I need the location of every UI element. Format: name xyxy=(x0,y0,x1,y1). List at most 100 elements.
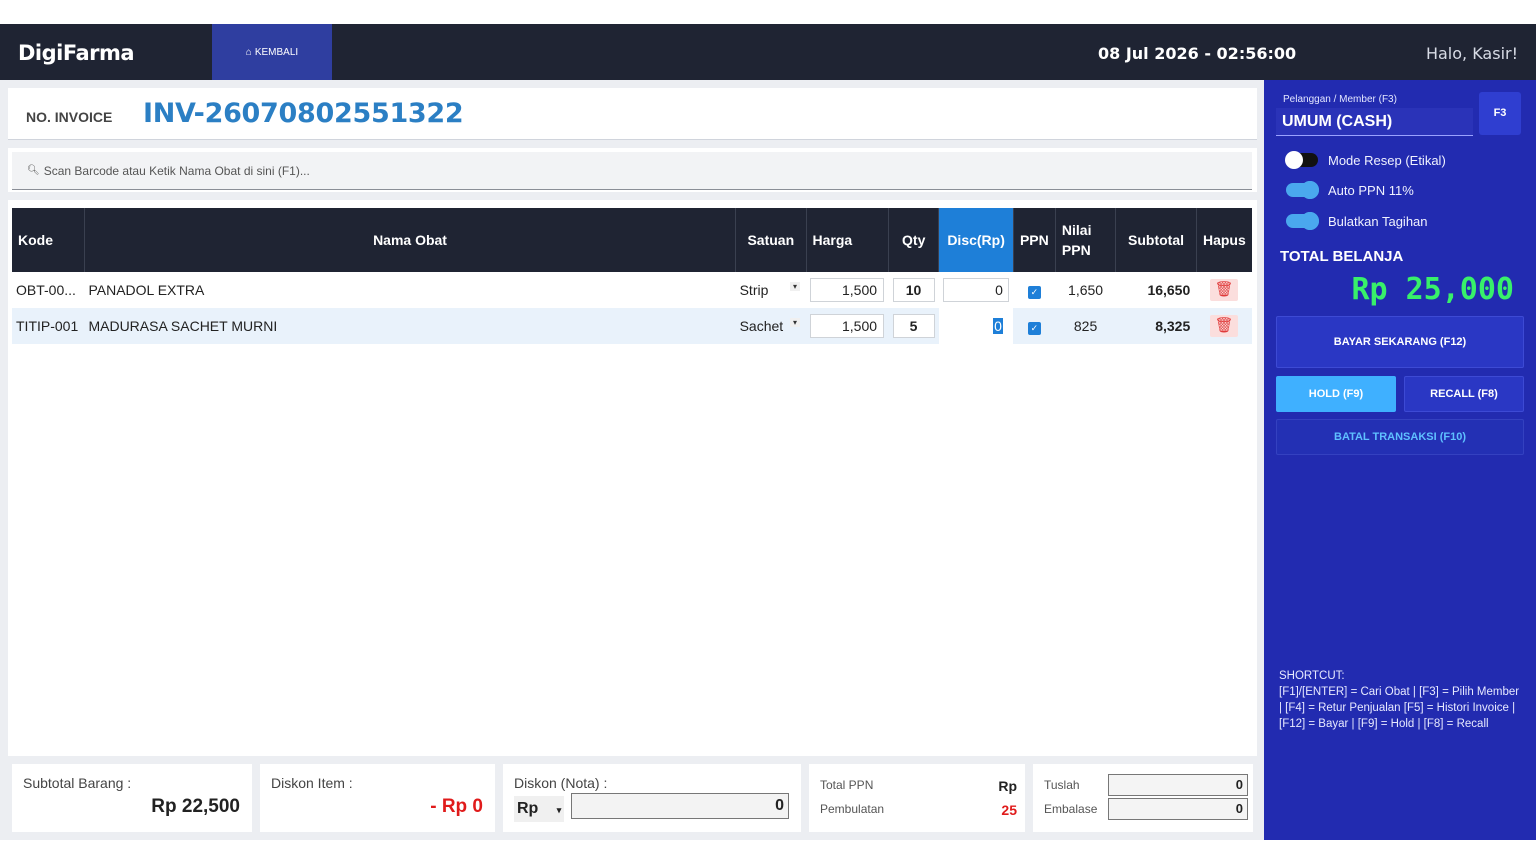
chevron-down-icon[interactable]: ▾ xyxy=(790,317,801,327)
diskon-type-select[interactable]: Rp ▾ xyxy=(514,796,564,822)
col-disc: Disc(Rp) xyxy=(938,208,1014,272)
row-satuan-value: Strip xyxy=(739,282,769,298)
col-harga: Harga xyxy=(806,208,890,272)
payment-sidebar: Pelanggan / Member (F3) UMUM (CASH) F3 M… xyxy=(1264,80,1536,840)
summary-footer: Subtotal Barang : Rp 22,500 Diskon Item … xyxy=(8,764,1257,840)
search-input[interactable]: 🔍︎ Scan Barcode atau Ketik Nama Obat di … xyxy=(12,152,1252,190)
diskon-nota-card: Diskon (Nota) : Rp ▾ 0 xyxy=(503,764,801,832)
col-nilai-ppn: Nilai PPN xyxy=(1055,208,1117,272)
toggle-switch[interactable] xyxy=(1285,151,1318,169)
back-button[interactable]: ⌂ KEMBALI xyxy=(212,24,332,80)
row-kode: TITIP-001 xyxy=(12,308,85,344)
diskon-item-value: - Rp 0 xyxy=(430,796,483,817)
col-hapus: Hapus xyxy=(1196,208,1252,272)
row-ppn-checkbox[interactable]: ✓ xyxy=(1027,321,1041,335)
row-nilai-ppn: 1,650 xyxy=(1068,282,1104,298)
select-member-button[interactable]: F3 xyxy=(1479,92,1521,135)
total-ppn-label: Total PPN xyxy=(820,778,874,792)
toggle-mode-resep[interactable]: Mode Resep (Etikal) xyxy=(1285,150,1446,170)
tuslah-label: Tuslah xyxy=(1044,778,1080,792)
toggle-switch[interactable] xyxy=(1286,212,1319,230)
toggle-bulatkan[interactable]: Bulatkan Tagihan xyxy=(1286,211,1428,231)
tuslah-input[interactable]: 0 xyxy=(1108,774,1248,796)
row-nama: MADURASA SACHET MURNI xyxy=(84,308,736,344)
diskon-item-label: Diskon Item : xyxy=(271,775,353,791)
row-disc-input[interactable]: 0 xyxy=(942,278,1009,302)
pos-app: DigiFarma ⌂ KEMBALI 08 Jul 2026 - 02:56:… xyxy=(0,24,1536,840)
invoice-panel: NO. INVOICE INV-26070802551322 xyxy=(8,88,1257,140)
pembulatan-value: 25 xyxy=(1001,802,1017,818)
subtotal-value: Rp 22,500 xyxy=(151,796,240,817)
col-nilai-ppn-label: Nilai PPN xyxy=(1061,222,1092,258)
total-ppn-value: Rp xyxy=(998,778,1017,794)
row-kode: OBT-00... xyxy=(16,282,76,298)
toggle-switch[interactable] xyxy=(1286,181,1319,199)
user-greeting: Halo, Kasir! xyxy=(1425,44,1518,63)
cart-table: Kode Nama Obat Satuan Harga Qty Disc(Rp)… xyxy=(12,208,1252,344)
row-satuan[interactable]: Sachet ▾ xyxy=(735,308,807,344)
toggle-label: Bulatkan Tagihan xyxy=(1328,213,1428,229)
row-subtotal: 8,325 xyxy=(1115,308,1197,344)
embalase-input[interactable]: 0 xyxy=(1108,798,1248,820)
diskon-nota-label: Diskon (Nota) : xyxy=(514,775,608,791)
datetime-display: 08 Jul 2026 - 02:56:00 xyxy=(1098,44,1297,63)
row-disc-value: 0 xyxy=(993,318,1003,334)
toggle-label: Mode Resep (Etikal) xyxy=(1328,152,1446,168)
search-placeholder: Scan Barcode atau Ketik Nama Obat di sin… xyxy=(43,163,310,178)
row-satuan[interactable]: Strip ▾ xyxy=(736,272,806,308)
subtotal-card: Subtotal Barang : Rp 22,500 xyxy=(12,764,252,832)
tuslah-card: Tuslah 0 Embalase 0 xyxy=(1033,764,1253,832)
shortcut-text: [F1]/[ENTER] = Cari Obat | [F3] = Pilih … xyxy=(1279,686,1520,730)
search-icon: 🔍︎ xyxy=(27,165,40,176)
row-nama: PANADOL EXTRA xyxy=(88,282,205,298)
toggle-label: Auto PPN 11% xyxy=(1328,182,1414,198)
col-qty: Qty xyxy=(888,208,940,272)
chevron-down-icon[interactable]: ▾ xyxy=(790,281,801,291)
total-label: TOTAL BELANJA xyxy=(1280,248,1404,265)
row-qty-input[interactable]: 10 xyxy=(892,278,935,302)
col-kode: Kode xyxy=(12,208,85,272)
total-value: Rp 25,000 xyxy=(1351,272,1514,307)
cancel-transaction-button[interactable]: BATAL TRANSAKSI (F10) xyxy=(1276,419,1524,455)
ppn-card: Total PPN Rp Pembulatan 25 xyxy=(809,764,1025,832)
row-ppn-checkbox[interactable]: ✓ xyxy=(1027,285,1041,299)
cart-table-panel: Kode Nama Obat Satuan Harga Qty Disc(Rp)… xyxy=(8,200,1257,756)
shortcut-title: SHORTCUT: xyxy=(1279,670,1345,682)
row-harga-input[interactable]: 1,500 xyxy=(810,278,885,302)
row-disc-input[interactable]: 0 xyxy=(943,314,1009,338)
top-bar: DigiFarma ⌂ KEMBALI 08 Jul 2026 - 02:56:… xyxy=(0,24,1536,80)
trash-icon[interactable]: 🗑︎ xyxy=(1210,315,1239,337)
trash-icon[interactable]: 🗑︎ xyxy=(1210,279,1239,301)
invoice-label: NO. INVOICE xyxy=(26,109,113,125)
row-subtotal: 16,650 xyxy=(1147,282,1191,298)
member-field[interactable]: UMUM (CASH) xyxy=(1276,108,1473,136)
shortcut-help: SHORTCUT: [F1]/[ENTER] = Cari Obat | [F3… xyxy=(1279,668,1524,732)
col-satuan: Satuan xyxy=(735,208,807,272)
brand-logo: DigiFarma xyxy=(18,41,135,65)
pembulatan-label: Pembulatan xyxy=(820,802,885,816)
recall-button[interactable]: RECALL (F8) xyxy=(1404,376,1524,412)
embalase-label: Embalase xyxy=(1044,802,1098,816)
table-row[interactable]: TITIP-001 MADURASA SACHET MURNI Sachet ▾ … xyxy=(12,308,1252,344)
table-row[interactable]: OBT-00... PANADOL EXTRA Strip ▾ 1,500 10 … xyxy=(12,272,1252,308)
diskon-nota-input[interactable]: 0 xyxy=(571,793,789,819)
diskon-type-value: Rp xyxy=(517,800,539,817)
diskon-item-card: Diskon Item : - Rp 0 xyxy=(260,764,495,832)
member-label: Pelanggan / Member (F3) xyxy=(1283,94,1397,105)
back-button-label: KEMBALI xyxy=(254,46,299,58)
col-subtotal: Subtotal xyxy=(1115,208,1197,272)
row-harga-input[interactable]: 1,500 xyxy=(810,314,885,338)
toggle-auto-ppn[interactable]: Auto PPN 11% xyxy=(1286,180,1414,200)
home-icon: ⌂ xyxy=(245,46,252,58)
pay-button[interactable]: BAYAR SEKARANG (F12) xyxy=(1276,316,1524,368)
chevron-down-icon: ▾ xyxy=(556,805,562,815)
search-panel: 🔍︎ Scan Barcode atau Ketik Nama Obat di … xyxy=(8,148,1257,192)
subtotal-label: Subtotal Barang : xyxy=(23,775,132,791)
hold-button[interactable]: HOLD (F9) xyxy=(1276,376,1396,412)
row-nilai-ppn: 825 xyxy=(1055,308,1116,344)
row-satuan-value: Sachet xyxy=(739,318,784,334)
col-nama-obat: Nama Obat xyxy=(84,208,737,272)
row-qty-input[interactable]: 5 xyxy=(892,314,935,338)
col-ppn: PPN xyxy=(1013,208,1056,272)
invoice-number: INV-26070802551322 xyxy=(143,98,464,129)
